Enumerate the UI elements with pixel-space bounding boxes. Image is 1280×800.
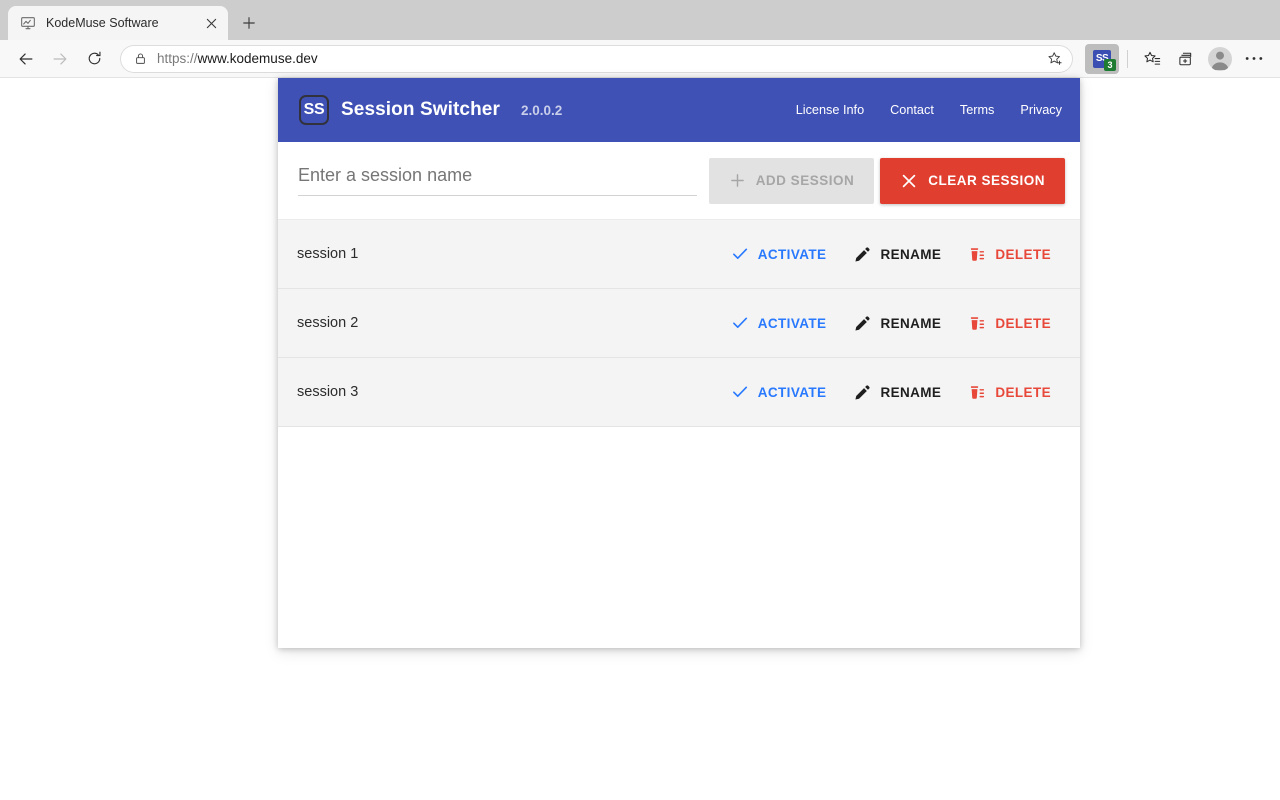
nav-link-license-info[interactable]: License Info [796,103,864,117]
row-actions: ACTIVATE RENAME DELETE [717,234,1065,274]
row-actions: ACTIVATE RENAME DELETE [717,372,1065,412]
monitor-icon [20,15,36,31]
session-form-row: ADD SESSION CLEAR SESSION [278,142,1080,220]
add-session-button[interactable]: ADD SESSION [708,157,875,204]
delete-label: DELETE [995,315,1051,331]
extension-badge-count: 3 [1104,58,1116,71]
page-viewport: SS Session Switcher 2.0.0.2 License Info… [0,78,1280,800]
table-row[interactable]: session 1 ACTIVATE RENAME DELETE [278,220,1080,289]
session-name-field [298,142,697,219]
check-icon [731,383,749,401]
favorites-list-icon[interactable] [1136,44,1168,74]
session-name: session 2 [297,315,359,331]
app-logo-icon: SS [299,95,329,125]
collections-icon[interactable] [1170,44,1202,74]
clear-session-label: CLEAR SESSION [928,173,1045,188]
close-icon[interactable] [202,14,220,32]
rename-button[interactable]: RENAME [840,234,955,274]
nav-link-privacy[interactable]: Privacy [1020,103,1062,117]
delete-label: DELETE [995,384,1051,400]
app-title: Session Switcher [341,99,500,120]
star-plus-icon[interactable] [1047,51,1063,67]
pencil-icon [854,315,871,332]
browser-tab[interactable]: KodeMuse Software [8,6,228,40]
rename-label: RENAME [880,315,942,331]
session-name: session 3 [297,384,359,400]
url-scheme: https:// [157,50,198,66]
tab-strip: KodeMuse Software [0,0,1280,40]
rename-button[interactable]: RENAME [840,372,955,412]
clear-session-button[interactable]: CLEAR SESSION [880,157,1065,204]
delete-button[interactable]: DELETE [955,234,1065,274]
table-row[interactable]: session 2 ACTIVATE RENAME DELETE [278,289,1080,358]
browser-window: KodeMuse Software https://www.kodemuse.d… [0,0,1280,800]
delete-sweep-icon [969,315,986,332]
activate-label: ACTIVATE [757,246,827,262]
activate-label: ACTIVATE [757,315,827,331]
activate-button[interactable]: ACTIVATE [717,234,841,274]
browser-toolbar: https://www.kodemuse.dev SS 3 [0,40,1280,78]
more-options-icon[interactable] [1238,44,1270,74]
delete-button[interactable]: DELETE [955,303,1065,343]
rename-label: RENAME [880,246,942,262]
rename-label: RENAME [880,384,942,400]
check-icon [731,314,749,332]
delete-label: DELETE [995,246,1051,262]
delete-sweep-icon [969,384,986,401]
app-nav: License Info Contact Terms Privacy [796,103,1062,117]
app-header: SS Session Switcher 2.0.0.2 License Info… [278,78,1080,142]
rename-button[interactable]: RENAME [840,303,955,343]
session-switcher-extension-button[interactable]: SS 3 [1085,43,1119,74]
pencil-icon [854,246,871,263]
delete-button[interactable]: DELETE [955,372,1065,412]
url-text: https://www.kodemuse.dev [157,51,1037,67]
session-name-input[interactable] [298,165,697,196]
row-actions: ACTIVATE RENAME DELETE [717,303,1065,343]
empty-list-area [278,427,1080,637]
activate-button[interactable]: ACTIVATE [717,303,841,343]
close-x-icon [900,172,918,190]
session-switcher-app-card: SS Session Switcher 2.0.0.2 License Info… [278,78,1080,648]
address-bar[interactable]: https://www.kodemuse.dev [120,44,1073,73]
profile-avatar-icon[interactable] [1204,44,1236,74]
activate-label: ACTIVATE [757,384,827,400]
session-list: session 1 ACTIVATE RENAME DELETE session… [278,220,1080,637]
delete-sweep-icon [969,246,986,263]
tab-title: KodeMuse Software [46,16,159,30]
check-icon [731,245,749,263]
table-row[interactable]: session 3 ACTIVATE RENAME DELETE [278,358,1080,427]
session-name: session 1 [297,246,359,262]
new-tab-button[interactable] [234,8,264,38]
url-host: www.kodemuse.dev [197,50,318,66]
nav-link-terms[interactable]: Terms [960,103,995,117]
nav-link-contact[interactable]: Contact [890,103,934,117]
activate-button[interactable]: ACTIVATE [717,372,841,412]
reload-icon[interactable] [78,44,110,74]
form-actions: ADD SESSION CLEAR SESSION [708,157,1065,204]
toolbar-divider [1127,49,1128,68]
lock-icon [134,52,147,65]
back-arrow-icon[interactable] [10,44,42,74]
forward-arrow-icon [44,44,76,74]
app-version: 2.0.0.2 [520,102,563,118]
plus-icon [729,172,746,189]
pencil-icon [854,384,871,401]
add-session-label: ADD SESSION [755,173,855,188]
app-brand: SS Session Switcher 2.0.0.2 [299,95,562,125]
